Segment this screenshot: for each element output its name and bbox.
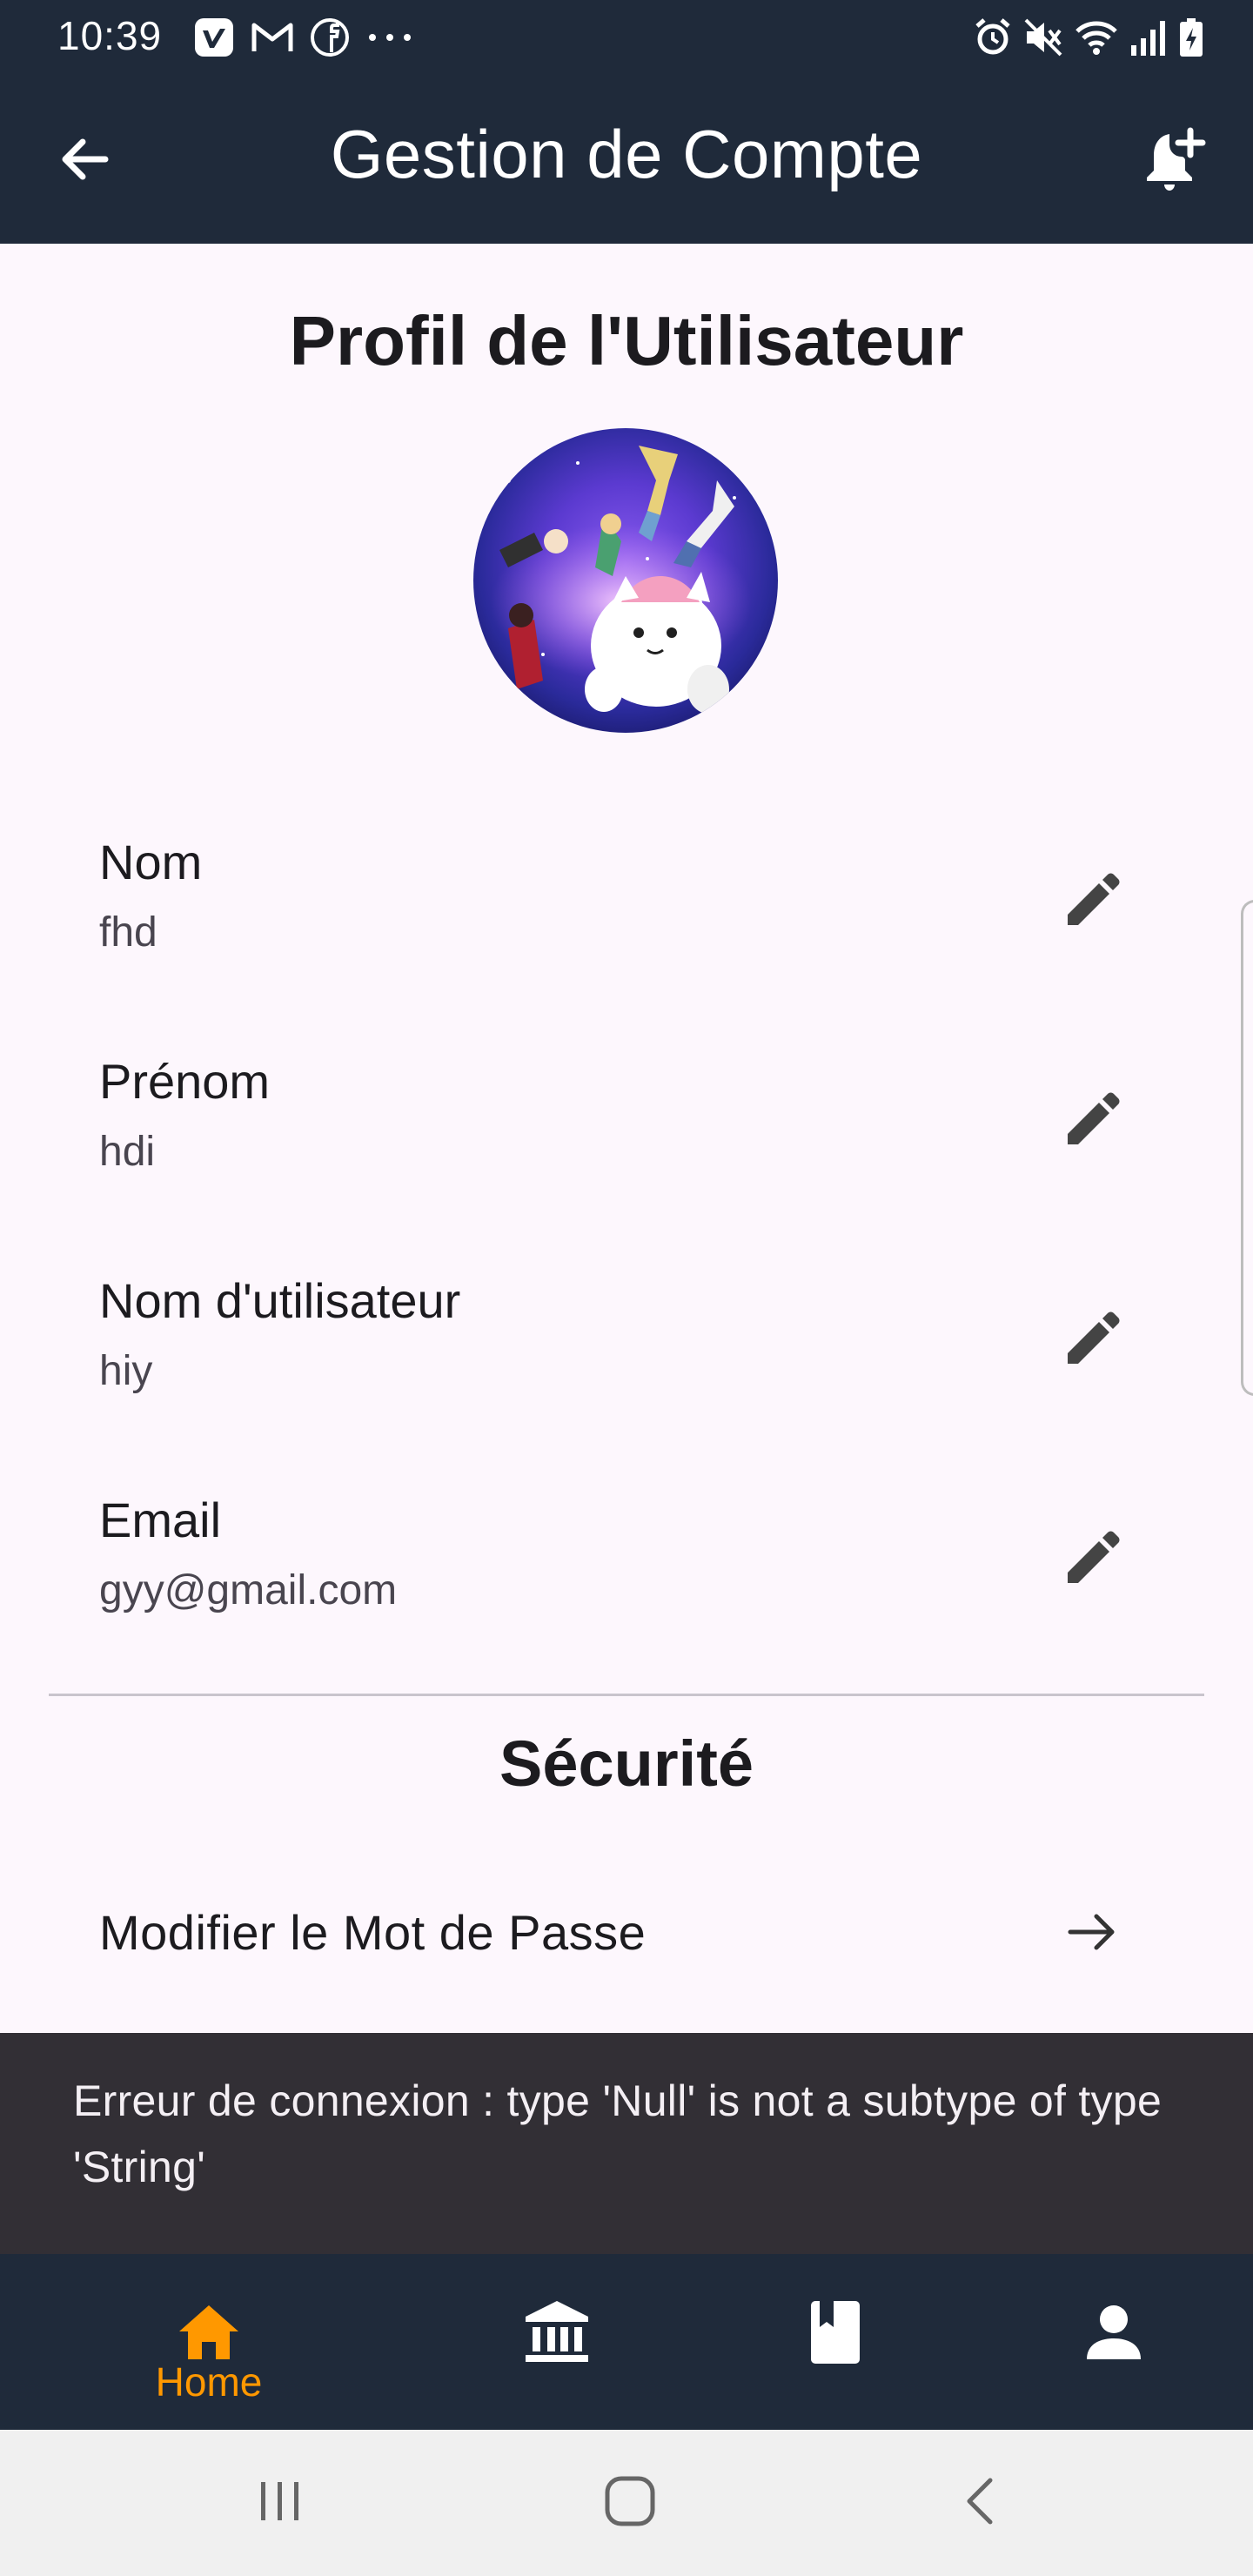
pencil-icon — [1062, 1308, 1123, 1373]
edit-nom-button[interactable] — [1049, 858, 1136, 945]
mute-icon — [1023, 17, 1063, 57]
status-time: 10:39 — [57, 13, 163, 58]
field-value: gyy@gmail.com — [99, 1567, 398, 1613]
signal-icon — [1129, 17, 1168, 57]
avatar[interactable] — [473, 428, 778, 733]
pencil-icon — [1062, 869, 1123, 935]
edit-username-button[interactable] — [1049, 1297, 1136, 1384]
bell-plus-icon — [1140, 125, 1209, 199]
nav-item-home[interactable]: Home — [122, 2254, 296, 2430]
home-system-button[interactable] — [586, 2459, 673, 2546]
change-password-row[interactable]: Modifier le Mot de Passe — [0, 1888, 1253, 1976]
chevron-left-icon — [955, 2475, 1008, 2532]
field-label: Email — [99, 1493, 222, 1547]
field-row-username: Nom d'utilisateur hiy — [0, 1272, 1253, 1446]
field-value: fhd — [99, 909, 157, 956]
edit-email-button[interactable] — [1049, 1516, 1136, 1603]
security-title: Sécurité — [499, 1727, 754, 1800]
field-row-email: Email gyy@gmail.com — [0, 1492, 1253, 1666]
field-row-prenom: Prénom hdi — [0, 1053, 1253, 1227]
add-notification-button[interactable] — [1131, 118, 1218, 205]
wifi-icon — [1074, 17, 1119, 57]
system-navigation-bar — [0, 2430, 1253, 2576]
snackbar-message: Erreur de connexion : type 'Null' is not… — [73, 2076, 1163, 2191]
scrollbar[interactable] — [1241, 900, 1253, 1396]
vimeo-icon — [193, 17, 235, 58]
edit-prenom-button[interactable] — [1049, 1077, 1136, 1164]
person-icon — [1070, 2289, 1157, 2376]
home-outline-icon — [602, 2473, 658, 2533]
nav-item-book[interactable] — [748, 2254, 922, 2430]
field-label: Nom — [99, 835, 203, 889]
field-label: Prénom — [99, 1054, 271, 1109]
nav-item-bank[interactable] — [470, 2254, 644, 2430]
field-row-nom: Nom fhd — [0, 834, 1253, 1008]
page-title: Gestion de Compte — [330, 116, 923, 192]
recent-apps-icon — [254, 2475, 306, 2532]
gmail-icon — [251, 20, 294, 55]
bank-icon — [513, 2289, 600, 2376]
back-system-button[interactable] — [938, 2459, 1025, 2546]
error-snackbar: Erreur de connexion : type 'Null' is not… — [0, 2033, 1253, 2254]
facebook-icon — [310, 17, 350, 57]
nav-item-profile[interactable] — [1027, 2254, 1201, 2430]
field-value: hdi — [99, 1129, 156, 1175]
battery-charging-icon — [1178, 17, 1204, 57]
status-bar: 10:39 — [0, 0, 1253, 75]
field-label: Nom d'utilisateur — [99, 1273, 461, 1328]
app-bar: Gestion de Compte — [0, 75, 1253, 244]
field-value: hiy — [99, 1348, 153, 1394]
change-password-label: Modifier le Mot de Passe — [99, 1905, 647, 1960]
recent-apps-button[interactable] — [237, 2459, 324, 2546]
alarm-icon — [973, 17, 1013, 57]
pencil-icon — [1062, 1089, 1123, 1154]
more-dots-icon — [365, 29, 414, 46]
status-system-icons — [973, 16, 1204, 59]
book-icon — [792, 2289, 879, 2376]
nav-label-home: Home — [155, 2359, 263, 2405]
screen: 10:39 Gestion de Compte Profil de l'Util… — [0, 0, 1253, 2576]
arrow-right-icon — [1049, 1888, 1136, 1976]
pencil-icon — [1062, 1527, 1123, 1593]
bottom-navigation: Home — [0, 2254, 1253, 2430]
profile-title: Profil de l'Utilisateur — [289, 302, 964, 379]
divider — [49, 1694, 1204, 1696]
status-notification-icons — [193, 16, 414, 59]
